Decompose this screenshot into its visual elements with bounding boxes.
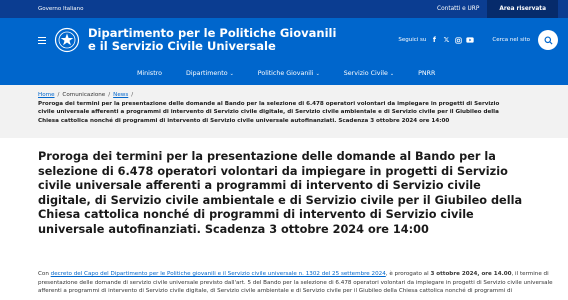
follow-label: Seguici su (398, 37, 427, 43)
nav-item-label: Servizio Civile (343, 70, 388, 77)
page-title: Proroga dei termini per la presentazione… (38, 150, 523, 236)
breadcrumb-home[interactable]: Home (38, 92, 55, 98)
deadline-text: 3 ottobre 2024, ore 14.00 (430, 271, 512, 277)
header-tools: Seguici su f 𝕏 Cerca nel sito (398, 30, 558, 50)
center-header: Dipartimento per le Politiche Giovanili … (0, 18, 568, 62)
x-icon[interactable]: 𝕏 (442, 36, 450, 44)
chevron-down-icon: ⌄ (315, 70, 320, 77)
search-label[interactable]: Cerca nel sito (492, 37, 530, 43)
slim-header: Governo Italiano Contatti e URP Area ris… (0, 0, 568, 18)
nav-item-label: PNRR (418, 70, 436, 77)
site-title[interactable]: Dipartimento per le Politiche Giovanili … (88, 27, 336, 53)
republic-emblem-logo[interactable] (54, 27, 80, 53)
breadcrumb-separator: / (57, 92, 60, 98)
search-icon (543, 35, 553, 45)
chevron-down-icon: ⌄ (229, 70, 234, 77)
breadcrumb-current-page: Proroga dei termini per la presentazione… (38, 101, 500, 124)
breadcrumb-separator: / (108, 92, 111, 98)
nav-item-label: Ministro (137, 70, 162, 77)
instagram-icon[interactable] (454, 36, 462, 44)
body-mid: , è prorogato al (385, 271, 431, 277)
reserved-area-button[interactable]: Area riservata (487, 0, 558, 18)
nav-item-politiche-giovanili[interactable]: Politiche Giovanili ⌄ (246, 62, 332, 85)
article-body: Con decreto del Capo del Dipartimento pe… (38, 270, 558, 296)
breadcrumb-section: Home / Comunicazione / News / Proroga de… (0, 85, 568, 138)
main-navigation: Ministro Dipartimento ⌄ Politiche Giovan… (0, 62, 568, 85)
nav-item-dipartimento[interactable]: Dipartimento ⌄ (174, 62, 246, 85)
nav-item-label: Dipartimento (185, 70, 228, 77)
nav-item-servizio-civile[interactable]: Servizio Civile ⌄ (332, 62, 406, 85)
breadcrumb-separator: / (131, 92, 134, 98)
youtube-icon[interactable] (466, 36, 475, 44)
hamburger-menu-icon[interactable] (38, 36, 46, 44)
facebook-icon[interactable]: f (430, 36, 438, 44)
nav-item-ministro[interactable]: Ministro (137, 62, 174, 85)
contacts-link[interactable]: Contatti e URP (437, 6, 479, 12)
site-title-line2: e il Servizio Civile Universale (88, 39, 276, 53)
decree-link[interactable]: decreto del Capo del Dipartimento per le… (51, 271, 386, 277)
nav-item-label: Politiche Giovanili (257, 70, 314, 77)
body-prefix: Con (38, 271, 51, 277)
chevron-down-icon: ⌄ (389, 70, 395, 77)
breadcrumb-comunicazione: Comunicazione (62, 92, 106, 98)
slim-header-actions: Contatti e URP Area riservata (437, 0, 558, 18)
government-link[interactable]: Governo Italiano (38, 6, 83, 12)
breadcrumb: Home / Comunicazione / News / (38, 92, 568, 98)
breadcrumb-news[interactable]: News (113, 92, 128, 98)
search-button[interactable] (538, 30, 558, 50)
nav-item-pnrr[interactable]: PNRR (406, 62, 447, 85)
